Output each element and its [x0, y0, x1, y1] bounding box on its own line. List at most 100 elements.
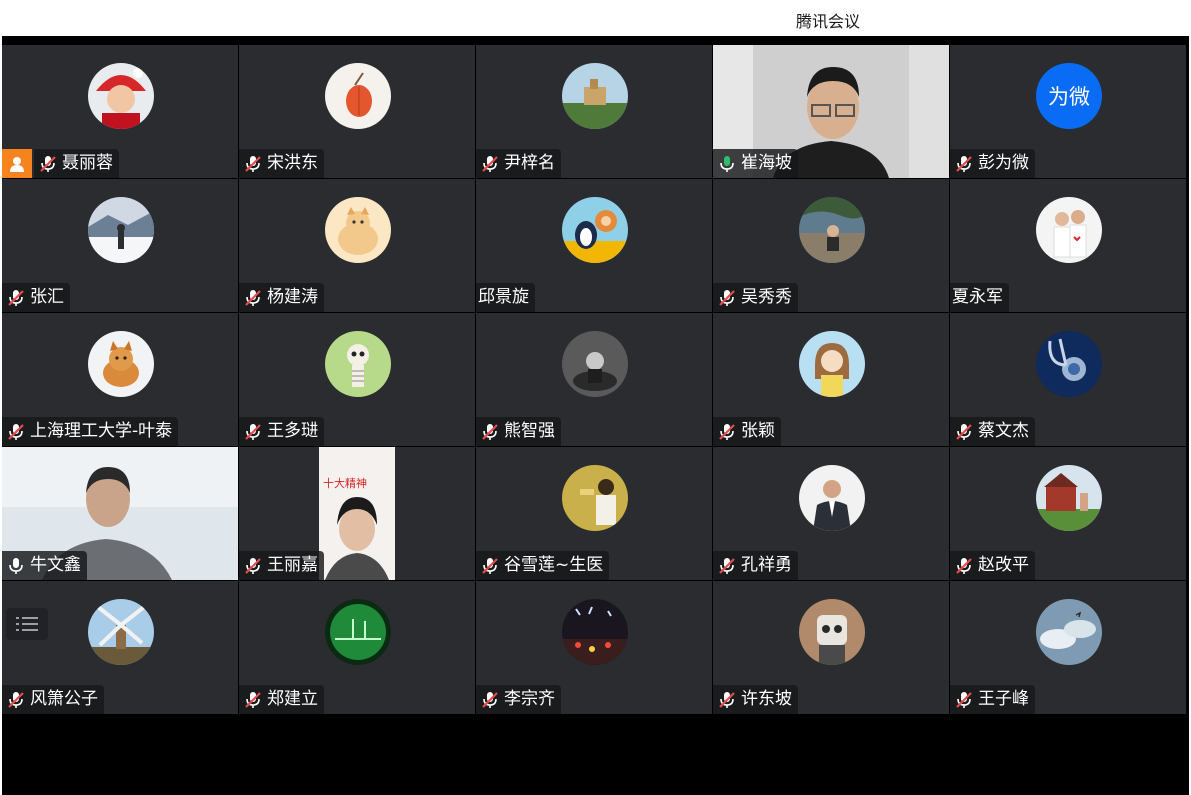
participant-tile[interactable]: 十大精神王丽嘉	[239, 447, 475, 580]
name-badge: 孔祥勇	[713, 551, 798, 580]
name-badge: 李宗齐	[476, 685, 561, 714]
name-badge: 宋洪东	[239, 149, 324, 178]
host-icon	[2, 149, 32, 178]
participant-grid: 聂丽蓉 宋洪东 尹梓名 崔海坡 为微彭为微张汇 杨建涛 邱景旋 吴秀秀 夏永军上海理工大学-叶泰…	[2, 45, 1187, 715]
mic-muted-icon	[243, 556, 267, 576]
participant-tile[interactable]: 夏永军	[950, 179, 1186, 312]
video-banner-text: 十大精神	[323, 477, 367, 490]
name-badge: 夏永军	[950, 283, 1009, 312]
avatar	[799, 465, 865, 531]
name-badge: 熊智强	[476, 417, 561, 446]
avatar	[325, 197, 391, 263]
avatar	[1036, 197, 1102, 263]
mic-muted-icon	[243, 690, 267, 710]
name-badge: 谷雪莲~生医	[476, 551, 610, 580]
mic-icon	[6, 556, 30, 576]
participant-tile[interactable]: 邱景旋	[476, 179, 712, 312]
participant-name: 牛文鑫	[30, 555, 81, 575]
participant-name: 郑建立	[267, 689, 318, 709]
participant-tile[interactable]: 熊智强	[476, 313, 712, 446]
participant-tile[interactable]: 上海理工大学-叶泰	[2, 313, 238, 446]
avatar	[325, 63, 391, 129]
participant-tile[interactable]: 聂丽蓉	[2, 45, 238, 178]
participant-tile[interactable]: 吴秀秀	[713, 179, 949, 312]
avatar	[562, 599, 628, 665]
mic-muted-icon	[6, 422, 30, 442]
name-badge: 张汇	[2, 283, 70, 312]
participant-name: 崔海坡	[741, 153, 792, 173]
participant-tile[interactable]: 宋洪东	[239, 45, 475, 178]
participant-name: 彭为微	[978, 153, 1029, 173]
list-icon	[16, 617, 38, 631]
avatar	[1036, 331, 1102, 397]
participant-name: 张颖	[741, 421, 775, 441]
avatar	[1036, 599, 1102, 665]
participant-name: 杨建涛	[267, 287, 318, 307]
name-badge: 邱景旋	[476, 283, 535, 312]
mic-muted-icon	[480, 154, 504, 174]
participant-name: 孔祥勇	[741, 555, 792, 575]
participant-tile[interactable]: 王多琎	[239, 313, 475, 446]
participant-tile[interactable]: 王子峰	[950, 581, 1186, 714]
name-badge: 许东坡	[713, 685, 798, 714]
participant-tile[interactable]: 风箫公子	[2, 581, 238, 714]
participant-name: 王丽嘉	[267, 555, 318, 575]
avatar	[88, 63, 154, 129]
avatar	[88, 331, 154, 397]
title-bar: 腾讯会议	[0, 0, 1191, 36]
avatar	[562, 465, 628, 531]
participant-tile[interactable]: 郑建立	[239, 581, 475, 714]
mic-muted-icon	[954, 154, 978, 174]
participant-tile[interactable]: 张汇	[2, 179, 238, 312]
participant-list-button[interactable]	[6, 608, 48, 640]
participant-tile[interactable]: 谷雪莲~生医	[476, 447, 712, 580]
avatar	[799, 197, 865, 263]
name-badge: 牛文鑫	[2, 551, 87, 580]
participant-tile[interactable]: 牛文鑫	[2, 447, 238, 580]
name-badge: 聂丽蓉	[34, 149, 119, 178]
app-title: 腾讯会议	[796, 12, 861, 31]
avatar	[1036, 465, 1102, 531]
participant-name: 上海理工大学-叶泰	[30, 421, 173, 441]
name-badge: 吴秀秀	[713, 283, 798, 312]
participant-name: 邱景旋	[478, 287, 529, 307]
participant-tile[interactable]: 李宗齐	[476, 581, 712, 714]
avatar	[799, 331, 865, 397]
participant-name: 李宗齐	[504, 689, 555, 709]
name-badge: 崔海坡	[713, 149, 798, 178]
name-badge: 彭为微	[950, 149, 1035, 178]
avatar	[88, 197, 154, 263]
participant-tile[interactable]: 崔海坡	[713, 45, 949, 178]
avatar	[562, 63, 628, 129]
participant-tile[interactable]: 蔡文杰	[950, 313, 1186, 446]
name-badge: 尹梓名	[476, 149, 561, 178]
participant-name: 尹梓名	[504, 153, 555, 173]
mic-muted-icon	[6, 288, 30, 308]
mic-muted-icon	[954, 556, 978, 576]
participant-name: 吴秀秀	[741, 287, 792, 307]
name-badge: 王丽嘉	[239, 551, 324, 580]
participant-name: 蔡文杰	[978, 421, 1029, 441]
mic-muted-icon	[717, 288, 741, 308]
participant-tile[interactable]: 赵改平	[950, 447, 1186, 580]
avatar	[562, 197, 628, 263]
participant-name: 许东坡	[741, 689, 792, 709]
mic-muted-icon	[6, 690, 30, 710]
mic-muted-icon	[480, 422, 504, 442]
mic-muted-icon	[717, 556, 741, 576]
avatar: 为微	[1036, 63, 1102, 129]
participant-name: 王子峰	[978, 689, 1029, 709]
participant-tile[interactable]: 杨建涛	[239, 179, 475, 312]
participant-tile[interactable]: 张颖	[713, 313, 949, 446]
participant-name: 熊智强	[504, 421, 555, 441]
name-badge: 蔡文杰	[950, 417, 1035, 446]
mic-muted-icon	[717, 422, 741, 442]
participant-tile[interactable]: 许东坡	[713, 581, 949, 714]
mic-icon	[717, 154, 741, 174]
participant-tile[interactable]: 尹梓名	[476, 45, 712, 178]
participant-tile[interactable]: 孔祥勇	[713, 447, 949, 580]
name-badge: 张颖	[713, 417, 781, 446]
participant-name: 聂丽蓉	[62, 153, 113, 173]
avatar	[88, 599, 154, 665]
participant-tile[interactable]: 为微彭为微	[950, 45, 1186, 178]
